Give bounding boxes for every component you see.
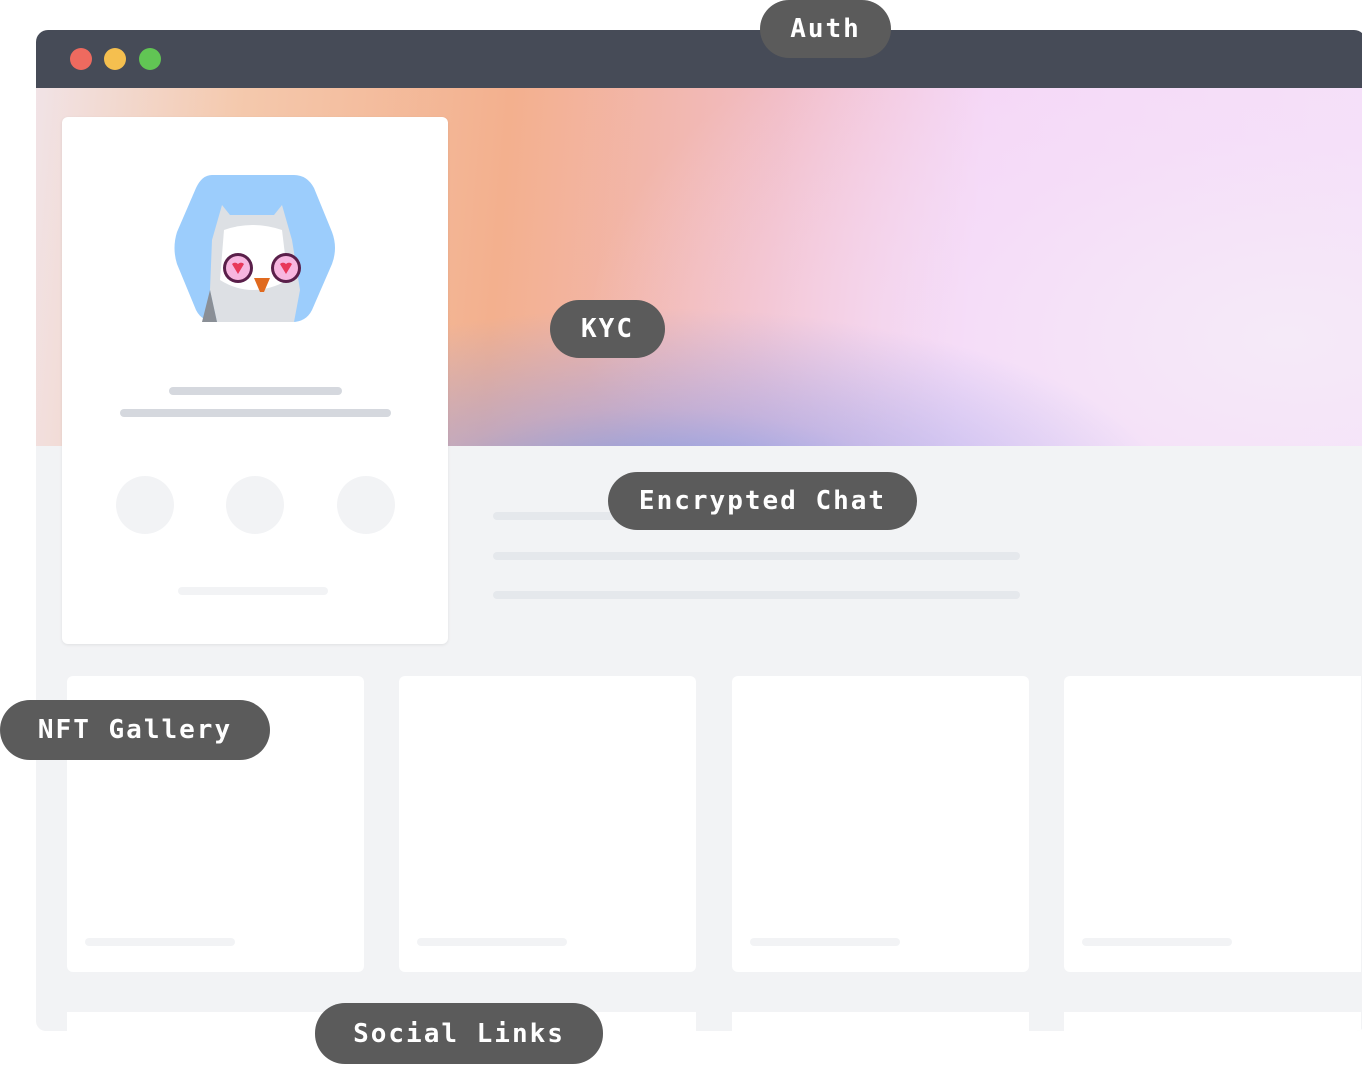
browser-window	[36, 30, 1362, 1031]
text-placeholder	[493, 552, 1020, 560]
nft-card[interactable]	[732, 676, 1029, 972]
avatar	[174, 175, 335, 322]
encrypted-chat-label: Encrypted Chat	[608, 472, 917, 530]
text-placeholder	[493, 591, 1020, 599]
title-bar	[36, 30, 1362, 88]
nft-title-placeholder	[1082, 938, 1232, 946]
auth-label: Auth	[760, 0, 891, 58]
nft-card[interactable]	[399, 676, 696, 972]
social-icon-placeholder[interactable]	[226, 476, 284, 534]
text-placeholder	[493, 512, 623, 520]
profile-name-placeholder	[169, 387, 342, 395]
link-card[interactable]	[732, 1012, 1029, 1031]
link-card[interactable]	[1064, 1012, 1361, 1031]
kyc-label: KYC	[550, 300, 665, 358]
nft-title-placeholder	[417, 938, 567, 946]
social-links-label: Social Links	[315, 1003, 603, 1064]
profile-card	[62, 117, 448, 644]
minimize-button[interactable]	[104, 48, 126, 70]
profile-bio-placeholder	[120, 409, 391, 417]
maximize-button[interactable]	[139, 48, 161, 70]
nft-title-placeholder	[750, 938, 900, 946]
social-icon-placeholder[interactable]	[116, 476, 174, 534]
nft-gallery-label: NFT Gallery	[0, 700, 270, 760]
profile-footer-placeholder	[178, 587, 328, 595]
nft-title-placeholder	[85, 938, 235, 946]
social-icon-placeholder[interactable]	[337, 476, 395, 534]
close-button[interactable]	[70, 48, 92, 70]
nft-card[interactable]	[1064, 676, 1361, 972]
